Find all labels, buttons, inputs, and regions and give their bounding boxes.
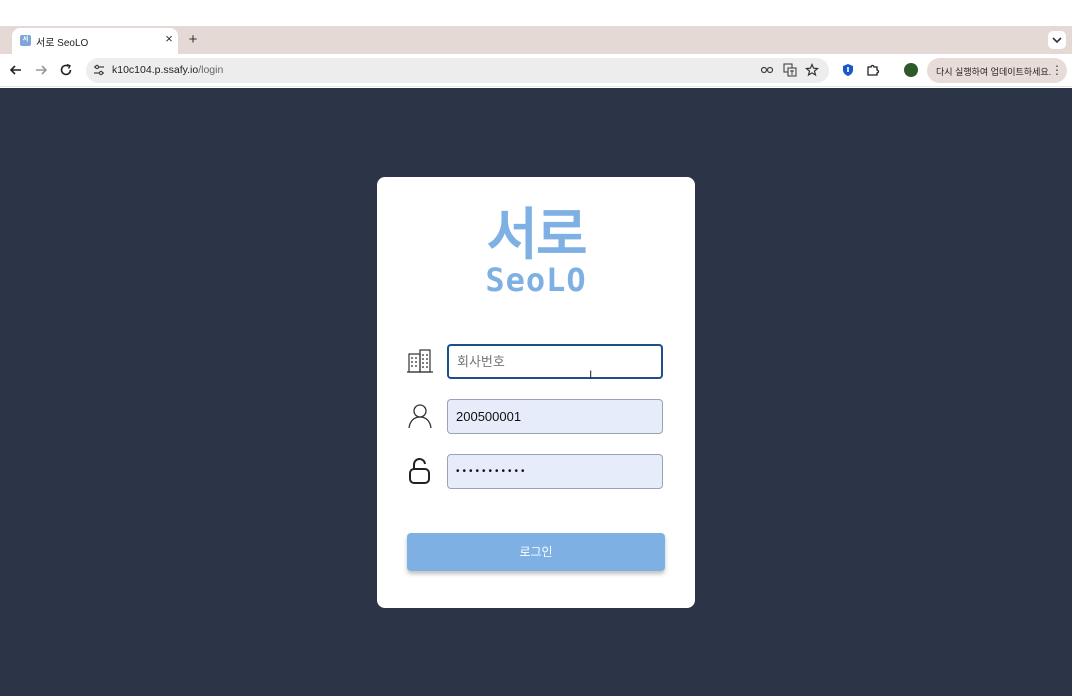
- tab-favicon: 서로: [20, 35, 31, 54]
- forward-arrow-icon[interactable]: [33, 62, 49, 78]
- text-cursor-icon: Ι: [589, 368, 593, 382]
- login-button[interactable]: 로그인: [407, 533, 665, 571]
- login-card: 서로 SeoLO Ι 200500001 ••••••••••• 로그인: [377, 177, 695, 608]
- browser-tab[interactable]: 서로 서로 SeoLO ×: [12, 28, 178, 54]
- logo-english: SeoLO: [485, 261, 587, 299]
- chevron-down-icon: [1052, 37, 1062, 44]
- company-number-input[interactable]: [447, 344, 663, 379]
- new-tab-button[interactable]: +: [186, 30, 200, 50]
- url-path: /login: [198, 64, 224, 76]
- url-host: k10c104.p.ssafy.io: [112, 64, 199, 76]
- window-top-strip: [0, 0, 1072, 26]
- logo-korean: 서로: [486, 203, 587, 266]
- update-button[interactable]: 다시 실행하여 업데이트하세요. ⋮: [927, 58, 1067, 83]
- star-icon[interactable]: [805, 63, 819, 77]
- tune-icon[interactable]: [93, 64, 105, 76]
- employee-id-input[interactable]: 200500001: [447, 399, 663, 434]
- shield-icon[interactable]: [841, 63, 855, 77]
- profile-avatar[interactable]: [904, 63, 918, 77]
- key-icon[interactable]: [760, 63, 774, 77]
- password-input[interactable]: •••••••••••: [447, 454, 663, 489]
- unlock-icon: [409, 458, 430, 484]
- menu-dots-icon[interactable]: ⋮: [1051, 62, 1063, 78]
- puzzle-icon[interactable]: [866, 63, 880, 77]
- tab-title: 서로 SeoLO: [36, 38, 89, 49]
- address-bar[interactable]: k10c104.p.ssafy.io/login: [86, 58, 829, 83]
- tab-search-button[interactable]: [1048, 31, 1066, 49]
- update-label: 다시 실행하여 업데이트하세요.: [936, 67, 1052, 77]
- building-icon: [407, 349, 433, 373]
- back-arrow-icon[interactable]: [8, 62, 24, 78]
- user-icon: [408, 404, 432, 429]
- translate-icon[interactable]: [783, 63, 797, 77]
- url-text[interactable]: k10c104.p.ssafy.io/login: [112, 64, 223, 76]
- reload-icon[interactable]: [58, 62, 74, 78]
- tab-close-button[interactable]: ×: [162, 31, 176, 47]
